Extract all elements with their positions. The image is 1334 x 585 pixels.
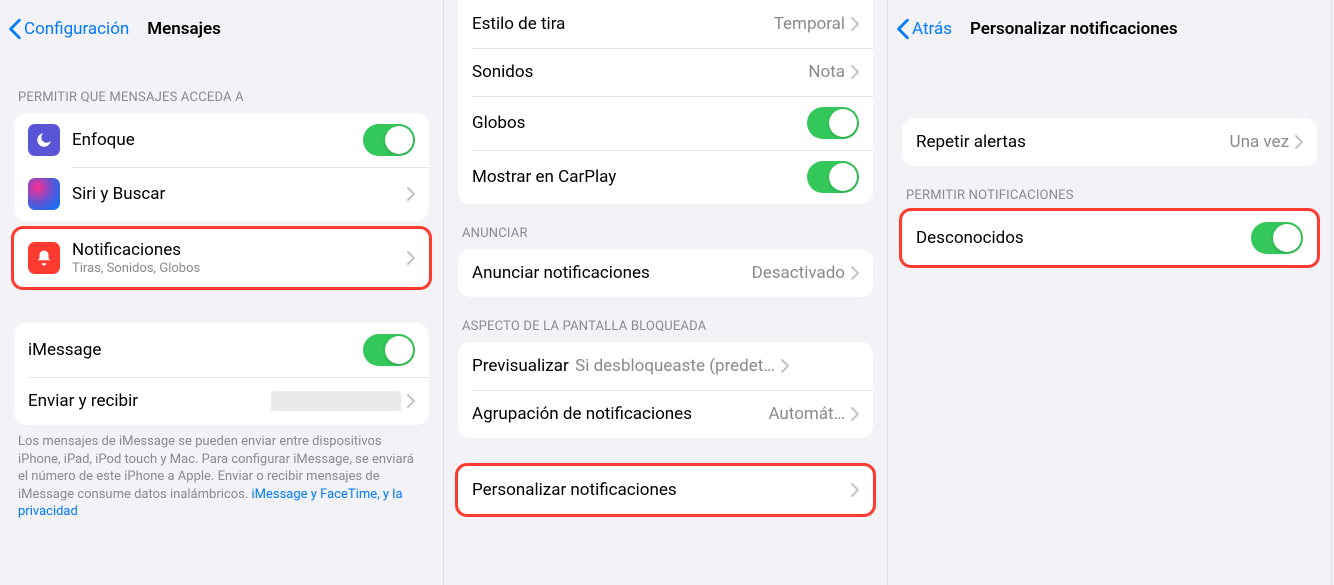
chevron-right-icon [851, 407, 859, 421]
chevron-left-icon [896, 18, 910, 40]
unknown-highlight: Desconocidos [899, 208, 1320, 268]
moon-icon [28, 124, 60, 156]
notifications-label: Notificaciones [72, 240, 407, 260]
lockscreen-group: Previsualizar Si desbloqueaste (predet… … [458, 342, 873, 438]
chevron-right-icon [851, 65, 859, 79]
grouping-value: Automát… [698, 404, 845, 424]
back-label: Atrás [912, 19, 952, 39]
customize-label: Personalizar notificaciones [472, 480, 851, 500]
chevron-right-icon [851, 17, 859, 31]
focus-label: Enfoque [72, 130, 363, 150]
back-button[interactable]: Configuración [8, 18, 129, 40]
preview-label: Previsualizar [472, 356, 569, 376]
redacted-value [271, 391, 401, 411]
repeat-group: Repetir alertas Una vez [902, 118, 1317, 166]
focus-row[interactable]: Enfoque [14, 113, 429, 167]
preview-value: Si desbloqueaste (predet… [575, 356, 775, 376]
sounds-label: Sonidos [472, 62, 808, 82]
access-group: Enfoque Siri y Buscar [14, 113, 429, 221]
nav-title: Mensajes [147, 19, 221, 39]
carplay-toggle[interactable] [807, 161, 859, 193]
announce-group: Anunciar notificaciones Desactivado [458, 249, 873, 297]
customize-row[interactable]: Personalizar notificaciones [458, 466, 873, 514]
messages-settings-panel: Configuración Mensajes PERMITIR QUE MENS… [0, 0, 444, 585]
carplay-row[interactable]: Mostrar en CarPlay [458, 150, 873, 204]
badges-toggle[interactable] [807, 107, 859, 139]
chevron-right-icon [781, 359, 789, 373]
banner-style-label: Estilo de tira [472, 14, 774, 34]
unknown-senders-label: Desconocidos [916, 228, 1251, 248]
siri-icon [28, 178, 60, 210]
section-header-lockscreen: ASPECTO DE LA PANTALLA BLOQUEADA [444, 297, 887, 342]
notifications-row[interactable]: Notificaciones Tiras, Sonidos, Globos [14, 229, 429, 287]
banner-style-row[interactable]: Estilo de tira Temporal [458, 0, 873, 48]
imessage-toggle[interactable] [363, 334, 415, 366]
badges-row[interactable]: Globos [458, 96, 873, 150]
chevron-right-icon [851, 483, 859, 497]
notifications-highlight: Notificaciones Tiras, Sonidos, Globos [11, 226, 432, 290]
sounds-row[interactable]: Sonidos Nota [458, 48, 873, 96]
repeat-alerts-row[interactable]: Repetir alertas Una vez [902, 118, 1317, 166]
send-receive-row[interactable]: Enviar y recibir [14, 377, 429, 425]
section-header-access: PERMITIR QUE MENSAJES ACCEDA A [0, 68, 443, 113]
grouping-label: Agrupación de notificaciones [472, 404, 692, 424]
chevron-right-icon [407, 187, 415, 201]
focus-toggle[interactable] [363, 124, 415, 156]
customize-notifications-panel: Atrás Personalizar notificaciones Repeti… [888, 0, 1332, 585]
notifications-sub: Tiras, Sonidos, Globos [72, 261, 407, 276]
send-receive-label: Enviar y recibir [28, 391, 271, 411]
imessage-footer: Los mensajes de iMessage se pueden envia… [0, 425, 443, 529]
banner-style-value: Temporal [774, 14, 845, 34]
nav-title: Personalizar notificaciones [970, 19, 1178, 39]
customize-highlight: Personalizar notificaciones [455, 463, 876, 517]
unknown-senders-row[interactable]: Desconocidos [902, 211, 1317, 265]
announce-value: Desactivado [752, 263, 845, 283]
badges-label: Globos [472, 113, 807, 133]
imessage-label: iMessage [28, 340, 363, 360]
repeat-alerts-label: Repetir alertas [916, 132, 1230, 152]
grouping-row[interactable]: Agrupación de notificaciones Automát… [458, 390, 873, 438]
chevron-right-icon [1295, 135, 1303, 149]
sounds-value: Nota [808, 62, 845, 82]
section-header-allow: PERMITIR NOTIFICACIONES [888, 166, 1331, 211]
repeat-alerts-value: Una vez [1230, 132, 1289, 152]
unknown-senders-toggle[interactable] [1251, 222, 1303, 254]
alert-settings-group: Estilo de tira Temporal Sonidos Nota Glo… [458, 0, 873, 204]
section-header-announce: ANUNCIAR [444, 204, 887, 249]
back-label: Configuración [24, 19, 129, 39]
chevron-right-icon [407, 251, 415, 265]
chevron-right-icon [407, 394, 415, 408]
chevron-right-icon [851, 266, 859, 280]
siri-row[interactable]: Siri y Buscar [14, 167, 429, 221]
announce-row[interactable]: Anunciar notificaciones Desactivado [458, 249, 873, 297]
preview-row[interactable]: Previsualizar Si desbloqueaste (predet… [458, 342, 873, 390]
chevron-left-icon [8, 18, 22, 40]
announce-label: Anunciar notificaciones [472, 263, 752, 283]
imessage-group: iMessage Enviar y recibir [14, 323, 429, 425]
bell-icon [28, 242, 60, 274]
nav-bar: Atrás Personalizar notificaciones [888, 0, 1331, 68]
carplay-label: Mostrar en CarPlay [472, 167, 807, 187]
nav-bar: Configuración Mensajes [0, 0, 443, 68]
notifications-detail-panel: Estilo de tira Temporal Sonidos Nota Glo… [444, 0, 888, 585]
back-button[interactable]: Atrás [896, 18, 952, 40]
imessage-row[interactable]: iMessage [14, 323, 429, 377]
siri-label: Siri y Buscar [72, 184, 407, 204]
